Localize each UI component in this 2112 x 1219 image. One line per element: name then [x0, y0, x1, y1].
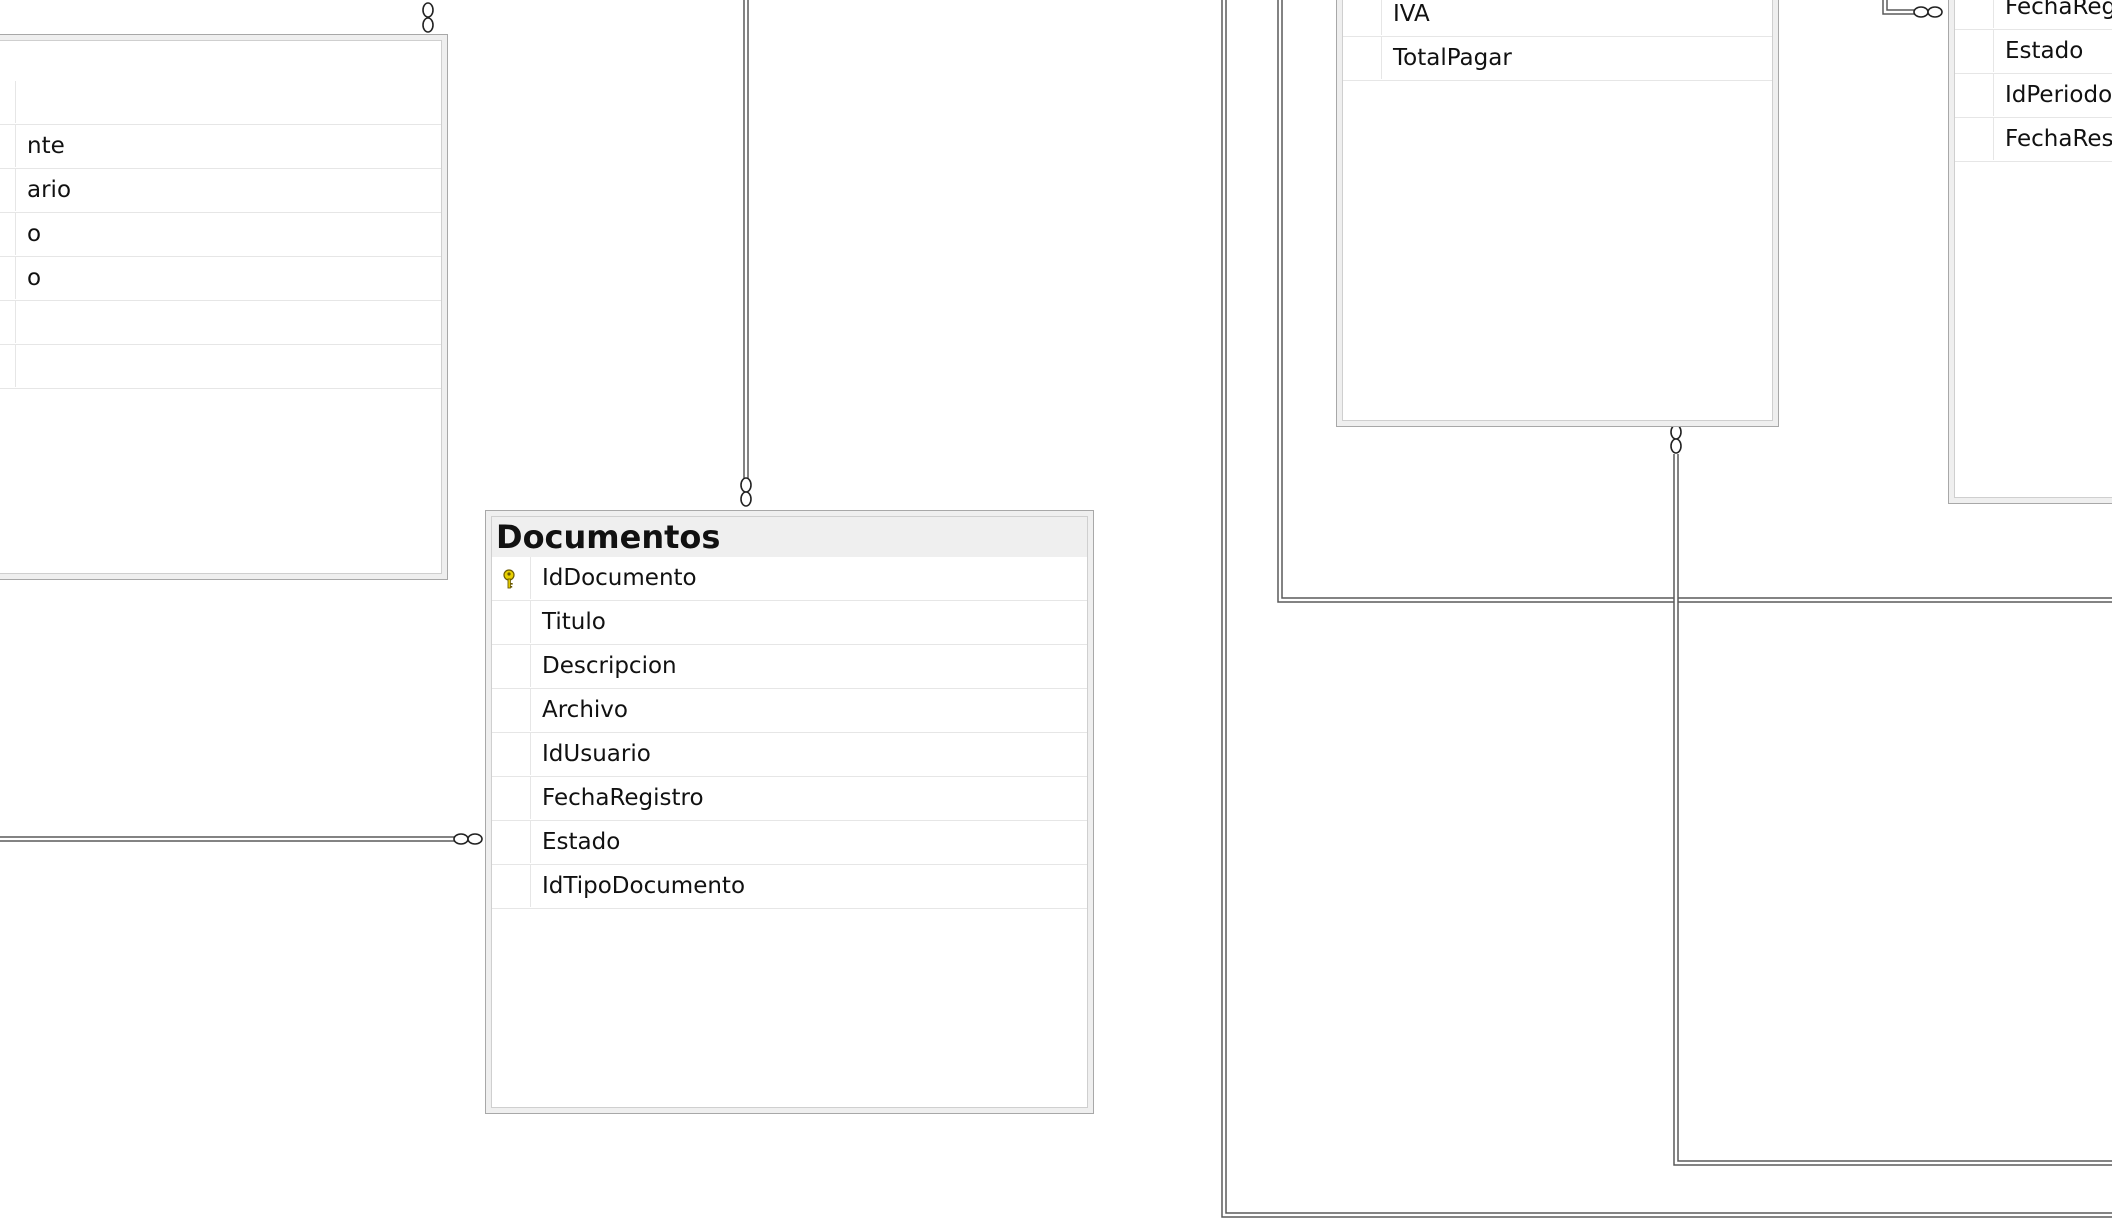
- field-row[interactable]: o: [0, 213, 441, 257]
- table-left-partial[interactable]: nte ario o o: [0, 34, 448, 580]
- field-name: IdDocumento: [542, 565, 697, 591]
- field-row[interactable]: Estado: [1955, 30, 2112, 74]
- field-name: nte: [27, 133, 65, 159]
- table-middle-partial[interactable]: IVA TotalPagar: [1336, 0, 1779, 427]
- many-end-icon: [740, 477, 752, 493]
- row-selector: [1343, 0, 1382, 35]
- row-selector: [1343, 37, 1382, 79]
- field-row[interactable]: [0, 81, 441, 125]
- field-row[interactable]: IdPeriodo: [1955, 74, 2112, 118]
- field-row[interactable]: IdTipoDocumento: [492, 865, 1087, 909]
- field-row[interactable]: IdUsuario: [492, 733, 1087, 777]
- relation-line-middle-bottom[interactable]: [1673, 454, 2112, 1166]
- row-selector: [0, 213, 16, 255]
- field-row[interactable]: IdDocumento: [492, 557, 1087, 601]
- row-selector: [492, 865, 531, 907]
- many-end-icon: [422, 17, 434, 33]
- field-name: IdTipoDocumento: [542, 873, 746, 899]
- table-documentos[interactable]: Documentos IdDocumento Titulo Descripcion A…: [485, 510, 1094, 1114]
- row-selector: [492, 777, 531, 819]
- field-row[interactable]: TotalPagar: [1343, 37, 1772, 81]
- field-name: Estado: [542, 829, 621, 855]
- field-name: o: [27, 265, 42, 291]
- field-name: Titulo: [542, 609, 606, 635]
- field-name: ario: [27, 177, 72, 203]
- table-middle-fields: IVA TotalPagar: [1343, 0, 1772, 81]
- field-name: IVA: [1393, 1, 1430, 27]
- field-name: FechaRegistro: [542, 785, 704, 811]
- many-end-icon: [740, 491, 752, 507]
- many-end-icon: [1670, 438, 1682, 454]
- field-row[interactable]: FechaRegi: [1955, 0, 2112, 30]
- many-end-icon: [467, 833, 483, 845]
- field-row[interactable]: Titulo: [492, 601, 1087, 645]
- row-selector: [0, 81, 16, 123]
- many-end-icon: [1913, 6, 1929, 18]
- row-selector: [1955, 118, 1994, 160]
- field-row[interactable]: FechaRegistro: [492, 777, 1087, 821]
- row-selector: [492, 733, 531, 775]
- field-name: Descripcion: [542, 653, 677, 679]
- table-left-fields: nte ario o o: [0, 81, 441, 389]
- many-end-icon: [422, 2, 434, 18]
- field-row[interactable]: Estado: [492, 821, 1087, 865]
- row-selector: [0, 345, 16, 387]
- table-right-fields: FechaRegi Estado IdPeriodo FechaResc: [1955, 0, 2112, 162]
- row-selector: [0, 257, 16, 299]
- table-documentos-title: Documentos: [492, 517, 1087, 557]
- many-end-icon: [1670, 424, 1682, 440]
- field-row[interactable]: o: [0, 257, 441, 301]
- relation-line-right[interactable]: [1882, 0, 1914, 15]
- row-selector: [0, 169, 16, 211]
- field-name: TotalPagar: [1393, 45, 1512, 71]
- field-row[interactable]: [0, 345, 441, 389]
- field-name: FechaRegi: [2005, 0, 2112, 20]
- many-end-icon: [1927, 6, 1943, 18]
- field-row[interactable]: IVA: [1343, 0, 1772, 37]
- field-name: Archivo: [542, 697, 628, 723]
- diagram-canvas: nte ario o o Documentos IdDocumento Titulo De…: [0, 0, 2112, 1219]
- field-name: Estado: [2005, 38, 2084, 64]
- field-name: IdUsuario: [542, 741, 651, 767]
- row-selector: [492, 645, 531, 687]
- table-right-partial[interactable]: FechaRegi Estado IdPeriodo FechaResc: [1948, 0, 2112, 504]
- row-selector: [1955, 30, 1994, 72]
- field-name: IdPeriodo: [2005, 82, 2112, 108]
- row-selector: [1955, 74, 1994, 116]
- row-selector: [0, 301, 16, 343]
- row-selector: [492, 821, 531, 863]
- primary-key-icon: [503, 569, 515, 589]
- field-row[interactable]: Archivo: [492, 689, 1087, 733]
- field-row[interactable]: Descripcion: [492, 645, 1087, 689]
- table-documentos-fields: IdDocumento Titulo Descripcion Archivo IdUsu…: [492, 557, 1087, 909]
- row-selector: [492, 689, 531, 731]
- field-row[interactable]: nte: [0, 125, 441, 169]
- field-name: o: [27, 221, 42, 247]
- field-row[interactable]: FechaResc: [1955, 118, 2112, 162]
- row-selector: [0, 125, 16, 167]
- field-row[interactable]: [0, 301, 441, 345]
- row-selector: [1955, 0, 1994, 28]
- many-end-icon: [453, 833, 469, 845]
- row-selector: [492, 601, 531, 643]
- field-name: FechaResc: [2005, 126, 2112, 152]
- field-row[interactable]: ario: [0, 169, 441, 213]
